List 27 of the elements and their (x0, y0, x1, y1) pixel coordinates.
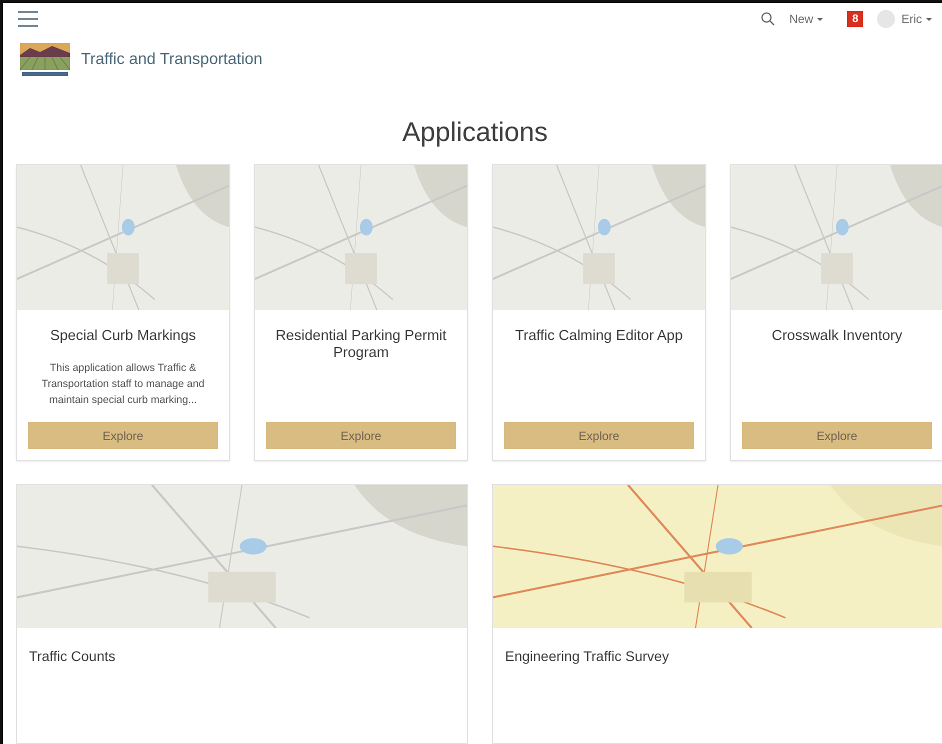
explore-button[interactable]: Explore (28, 422, 218, 449)
user-menu-button[interactable]: Eric (901, 12, 932, 26)
card-title: Traffic Counts (28, 647, 116, 666)
card-title: Residential Parking Permit Program (274, 328, 448, 363)
explore-button[interactable]: Explore (504, 422, 694, 449)
search-icon[interactable] (761, 12, 776, 26)
new-menu-button[interactable]: New (789, 12, 824, 26)
explore-button[interactable]: Explore (266, 422, 456, 449)
app-card[interactable]: Residential Parking Permit Program Explore (254, 164, 468, 461)
caret-icon (926, 18, 932, 20)
card-title: Engineering Traffic Survey (504, 647, 670, 666)
page-heading: Applications (402, 117, 548, 148)
app-card[interactable]: Traffic Counts (16, 484, 468, 744)
app-card[interactable]: Crosswalk Inventory Explore (730, 164, 942, 461)
caret-icon (817, 18, 824, 20)
app-card[interactable]: Special Curb Markings This application allows Traffic & Transportation staff to manage and maintain special curb marking... Explore (16, 164, 230, 461)
logo-icon (20, 43, 70, 77)
notification-badge[interactable]: 8 (847, 11, 864, 27)
menu-icon[interactable] (18, 11, 38, 27)
card-description: This application allows Traffic & Transportation staff to manage and maintain special curb marking... (40, 361, 206, 408)
card-title: Special Curb Markings (50, 328, 196, 346)
card-title: Crosswalk Inventory (772, 328, 902, 346)
app-card[interactable]: Engineering Traffic Survey (492, 484, 942, 744)
app-card[interactable]: Traffic Calming Editor App Explore (492, 164, 706, 461)
site-title[interactable]: Traffic and Transportation (81, 51, 262, 69)
explore-button[interactable]: Explore (742, 422, 932, 449)
card-title: Traffic Calming Editor App (515, 328, 683, 346)
